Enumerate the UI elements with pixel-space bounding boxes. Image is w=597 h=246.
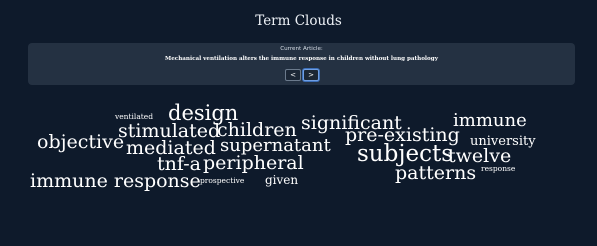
term-word[interactable]: given bbox=[265, 174, 298, 186]
term-word[interactable]: prospective bbox=[200, 177, 244, 185]
term-word[interactable]: immune bbox=[453, 112, 527, 130]
term-word[interactable]: patterns bbox=[395, 164, 476, 183]
term-word[interactable]: immune response bbox=[30, 172, 201, 191]
term-word[interactable]: peripheral bbox=[203, 154, 304, 173]
term-word[interactable]: response bbox=[481, 165, 515, 173]
term-cloud: design ventilated significant immune sti… bbox=[0, 0, 597, 246]
term-word[interactable]: objective bbox=[37, 133, 124, 152]
